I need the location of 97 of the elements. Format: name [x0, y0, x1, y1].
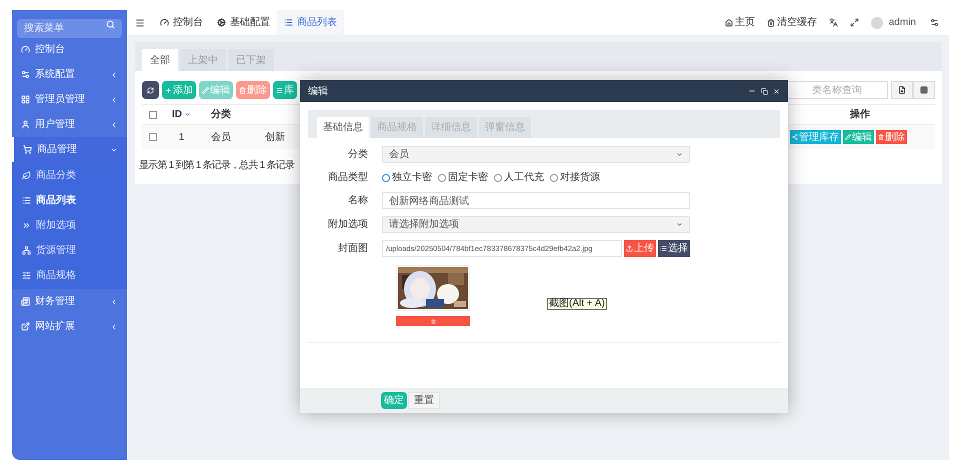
- tooltip: 截图(Alt + A): [547, 298, 607, 310]
- user-icon: [21, 120, 30, 129]
- network-icon: [22, 246, 31, 255]
- columns-button[interactable]: [913, 81, 935, 99]
- export-button[interactable]: [891, 81, 913, 99]
- fullscreen-icon[interactable]: [850, 18, 859, 27]
- close-icon[interactable]: [773, 88, 780, 94]
- list-icon: [284, 18, 293, 27]
- row-action-button[interactable]: 编辑: [843, 130, 874, 144]
- external-link-icon: [21, 322, 30, 331]
- list-icon: [22, 196, 31, 205]
- sidebar-subitem[interactable]: 商品分类: [12, 163, 127, 188]
- choose-button[interactable]: 选择: [658, 240, 690, 257]
- nav-tab[interactable]: 控制台: [153, 10, 210, 35]
- translate-icon[interactable]: [828, 18, 838, 27]
- column-header[interactable]: ID: [172, 107, 182, 122]
- share-icon: [792, 134, 798, 140]
- menu-search-field[interactable]: 搜索菜单: [17, 19, 122, 38]
- home-link[interactable]: 主页: [724, 15, 755, 30]
- dialog-title: 编辑: [308, 84, 329, 98]
- home-icon: [724, 18, 733, 26]
- grid-icon: [920, 86, 928, 94]
- gauge-icon: [21, 45, 30, 54]
- sidebar-subitem[interactable]: 货源管理: [12, 238, 127, 263]
- double-chevron-icon: [22, 221, 31, 230]
- row-action-button[interactable]: 删除: [876, 130, 907, 144]
- row-action-button[interactable]: 管理库存: [790, 130, 841, 144]
- gear-icon: [217, 18, 226, 27]
- table-cell-text: 会员: [211, 130, 231, 144]
- column-header: 操作: [850, 108, 870, 122]
- select-field[interactable]: 请选择附加选项: [382, 216, 690, 233]
- sliders-icon: [22, 271, 31, 280]
- sidebar-item[interactable]: 商品管理: [12, 137, 127, 162]
- refresh-button[interactable]: [142, 81, 159, 99]
- filter-tab[interactable]: 已下架: [228, 49, 274, 71]
- user-name[interactable]: admin: [888, 15, 916, 30]
- export-icon: [898, 86, 906, 94]
- pencil-icon: [202, 86, 209, 94]
- reset-button[interactable]: 重置: [408, 392, 440, 409]
- newspaper-icon: [21, 297, 30, 306]
- column-header: 分类: [211, 108, 231, 122]
- restore-icon[interactable]: [761, 88, 768, 94]
- table-cell-text: 1: [178, 130, 184, 144]
- sidebar-subitem[interactable]: 附加选项: [12, 213, 127, 238]
- trash-icon: [430, 318, 436, 324]
- filter-tab[interactable]: 上架中: [180, 49, 226, 71]
- caret-icon: [676, 221, 683, 228]
- grid-icon: [21, 95, 30, 104]
- refresh-icon: [147, 86, 154, 94]
- plus-icon: [165, 86, 172, 94]
- sidebar-item[interactable]: 财务管理: [12, 289, 127, 314]
- search-icon[interactable]: [106, 20, 115, 29]
- add-button[interactable]: 添加: [162, 81, 196, 99]
- sidebar-item[interactable]: 系统配置: [12, 62, 127, 87]
- select-field[interactable]: 会员: [382, 146, 690, 163]
- trash-icon: [878, 134, 884, 140]
- filter-tab[interactable]: 全部: [142, 49, 178, 71]
- sidebar-item[interactable]: 控制台: [12, 37, 127, 62]
- sidebar-subitem[interactable]: 商品规格: [12, 263, 127, 288]
- radio-option[interactable]: 对接货源: [550, 170, 600, 185]
- trash-icon: [239, 86, 246, 94]
- nav-tab[interactable]: 商品列表: [277, 10, 344, 35]
- table-cell: 创新: [265, 132, 285, 142]
- sort-icon[interactable]: [184, 111, 191, 118]
- cart-icon: [23, 145, 32, 154]
- nav-tab[interactable]: 基础配置: [210, 10, 277, 35]
- field-label: 附加选项: [327, 218, 369, 232]
- field-label: 分类: [347, 148, 369, 162]
- sidebar-item[interactable]: 网站扩展: [12, 314, 127, 339]
- leaf-icon: [22, 171, 31, 180]
- caret-icon: [676, 151, 683, 158]
- field-label: 商品类型: [327, 170, 369, 185]
- trash-icon: [766, 18, 775, 26]
- sidebar-item[interactable]: 用户管理: [12, 112, 127, 137]
- upload-icon: [626, 245, 633, 252]
- checkbox[interactable]: [149, 133, 157, 141]
- checkbox[interactable]: [149, 110, 157, 118]
- name-field[interactable]: 创新网络商品测试: [382, 192, 690, 209]
- field-label: 封面图: [337, 242, 369, 256]
- list-icon: [276, 86, 283, 94]
- confirm-button[interactable]: 确定: [381, 392, 407, 409]
- list-icon: [660, 245, 667, 252]
- dialog-tab[interactable]: 基础信息: [317, 117, 369, 138]
- menu-icon[interactable]: [135, 18, 145, 28]
- pagination-info: 显示第 1 到第 1 条记录，总共 1 条记录: [139, 158, 294, 173]
- more-button[interactable]: 库: [273, 81, 297, 99]
- field-label: 名称: [347, 194, 369, 208]
- gauge-icon: [160, 18, 169, 27]
- radio-option[interactable]: 独立卡密: [382, 170, 432, 185]
- radio-option[interactable]: 固定卡密: [438, 170, 488, 185]
- sidebar-item[interactable]: 管理员管理: [12, 87, 127, 112]
- upload-button[interactable]: 上传: [624, 240, 656, 257]
- search-field[interactable]: 类名称查询: [785, 81, 888, 99]
- clear-cache-link[interactable]: 清空缓存: [766, 15, 817, 30]
- radio-option[interactable]: 人工代充: [494, 170, 544, 185]
- sidebar-subitem[interactable]: 商品列表: [12, 188, 127, 213]
- pencil-icon: [845, 134, 851, 140]
